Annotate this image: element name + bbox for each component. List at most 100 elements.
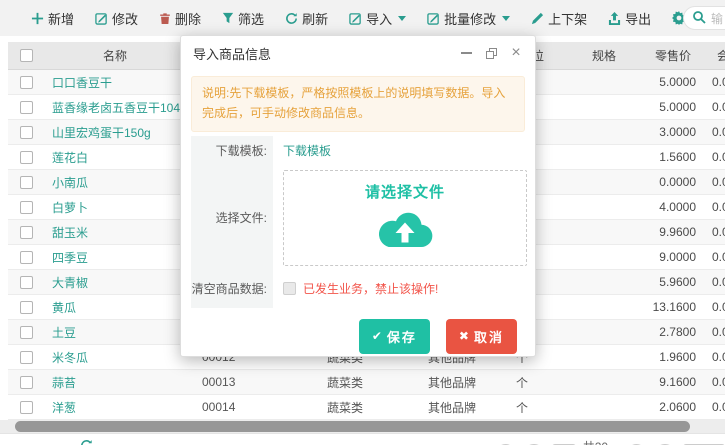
row-checkbox-cell[interactable] xyxy=(8,176,44,189)
product-price-cell: 2.7800 xyxy=(646,325,700,339)
toolbar-button-filter[interactable]: 筛选 xyxy=(222,9,264,28)
checkbox[interactable] xyxy=(20,101,33,114)
checkbox[interactable] xyxy=(20,226,33,239)
clear-data-label: 清空商品数据: xyxy=(191,270,273,308)
product-unit-cell: 个 xyxy=(502,374,562,391)
row-checkbox-cell[interactable] xyxy=(8,351,44,364)
product-name-link[interactable]: 大青椒 xyxy=(52,276,88,290)
toolbar-button-import[interactable]: 导入 xyxy=(349,9,406,28)
checkbox[interactable] xyxy=(20,126,33,139)
toolbar-button-label: 修改 xyxy=(112,9,138,28)
product-name-link[interactable]: 蓝香缘老卤五香豆干104 xyxy=(52,101,180,115)
toolbar-button-delete[interactable]: 删除 xyxy=(159,9,201,28)
product-price-cell: 9.9600 xyxy=(646,225,700,239)
search-placeholder: 输 xyxy=(711,10,723,27)
product-name-link[interactable]: 山里宏鸡蛋干150g xyxy=(52,126,151,140)
checkbox[interactable] xyxy=(20,376,33,389)
close-icon[interactable]: × xyxy=(509,46,523,60)
product-cat-cell: 蔬菜类 xyxy=(312,374,418,391)
product-name-cell: 大青椒 xyxy=(44,274,186,291)
checkbox[interactable] xyxy=(20,151,33,164)
row-checkbox-cell[interactable] xyxy=(8,251,44,264)
checkbox[interactable] xyxy=(20,326,33,339)
row-checkbox-cell[interactable] xyxy=(8,276,44,289)
toolbar-button-add[interactable]: 新增 xyxy=(31,9,74,28)
product-name-cell: 土豆 xyxy=(44,324,186,341)
toolbar-button-modify[interactable]: 修改 xyxy=(95,9,138,28)
modal-footer: ✔ 保存 ✖ 取消 xyxy=(181,308,535,354)
product-name-link[interactable]: 甜玉米 xyxy=(52,226,88,240)
row-checkbox-cell[interactable] xyxy=(8,76,44,89)
row-checkbox-cell[interactable] xyxy=(8,226,44,239)
checkbox[interactable] xyxy=(20,176,33,189)
select-file-label: 选择文件: xyxy=(191,166,273,270)
product-name-cell: 小南瓜 xyxy=(44,174,186,191)
maximize-icon[interactable] xyxy=(484,46,498,60)
product-name-link[interactable]: 莲花白 xyxy=(52,151,88,165)
clear-data-checkbox[interactable] xyxy=(283,282,296,295)
row-checkbox-cell[interactable] xyxy=(8,126,44,139)
checkbox[interactable] xyxy=(20,276,33,289)
download-template-link[interactable]: 下载模板 xyxy=(283,142,331,159)
checkbox[interactable] xyxy=(20,401,33,414)
cancel-button[interactable]: ✖ 取消 xyxy=(446,319,517,354)
product-name-link[interactable]: 四季豆 xyxy=(52,251,88,265)
row-checkbox-cell[interactable] xyxy=(8,401,44,414)
product-price-cell: 3.0000 xyxy=(646,125,700,139)
pagination-controls: « ‹ 1 共20页 › » 20 xyxy=(495,438,725,445)
horizontal-scrollbar[interactable] xyxy=(0,420,725,433)
checkbox[interactable] xyxy=(20,49,33,62)
product-name-link[interactable]: 白萝卜 xyxy=(52,201,88,215)
checkbox[interactable] xyxy=(20,251,33,264)
scrollbar-thumb[interactable] xyxy=(15,421,690,432)
minimize-icon[interactable] xyxy=(459,46,473,60)
checkbox[interactable] xyxy=(20,351,33,364)
product-name-cell: 山里宏鸡蛋干150g xyxy=(44,124,186,141)
row-checkbox-cell[interactable] xyxy=(8,201,44,214)
save-button[interactable]: ✔ 保存 xyxy=(359,319,430,354)
row-checkbox-cell[interactable] xyxy=(8,326,44,339)
product-name-link[interactable]: 蒜苔 xyxy=(52,376,76,390)
cloud-upload-icon xyxy=(284,207,526,249)
clear-data-warning: 已发生业务，禁止该操作! xyxy=(303,280,438,297)
product-code-cell: 00014 xyxy=(186,400,312,414)
pencil-icon xyxy=(531,12,544,25)
table-row[interactable]: 蒜苔00013蔬菜类其他品牌个9.16000.0000 xyxy=(8,370,725,395)
product-name-cell: 蒜苔 xyxy=(44,374,186,391)
row-checkbox-cell[interactable] xyxy=(8,151,44,164)
product-name-link[interactable]: 米冬瓜 xyxy=(52,351,88,365)
toolbar-button-label: 导入 xyxy=(366,9,392,28)
row-checkbox-cell[interactable] xyxy=(8,101,44,114)
search-box[interactable]: 输 xyxy=(683,6,725,30)
product-name-link[interactable]: 土豆 xyxy=(52,326,76,340)
checkbox[interactable] xyxy=(20,76,33,89)
product-name-cell: 莲花白 xyxy=(44,149,186,166)
toolbar-button-batch-modify[interactable]: 批量修改 xyxy=(427,9,510,28)
product-price-cell: 5.9600 xyxy=(646,275,700,289)
pagination-refresh-icon[interactable] xyxy=(80,439,93,445)
checkbox[interactable] xyxy=(20,201,33,214)
product-member-cell: 0.0000 xyxy=(700,300,725,314)
table-row[interactable]: 洋葱00014蔬菜类其他品牌个2.06000.0000 xyxy=(8,395,725,420)
toolbar-button-on-off-shelf[interactable]: 上下架 xyxy=(531,9,587,28)
trash-icon xyxy=(159,12,171,25)
column-header: 会员价 xyxy=(700,47,725,64)
product-price-cell: 1.5600 xyxy=(646,150,700,164)
row-checkbox-cell[interactable] xyxy=(8,376,44,389)
product-name-link[interactable]: 洋葱 xyxy=(52,401,76,415)
toolbar-button-export[interactable]: 导出 xyxy=(608,9,651,28)
product-member-cell: 0.0000 xyxy=(700,400,725,414)
row-checkbox-cell[interactable] xyxy=(8,301,44,314)
checkbox[interactable] xyxy=(20,301,33,314)
toolbar-button-refresh[interactable]: 刷新 xyxy=(285,9,328,28)
toolbar-button-label: 新增 xyxy=(48,9,74,28)
product-member-cell: 0.0000 xyxy=(700,150,725,164)
file-dropzone[interactable]: 请选择文件 xyxy=(283,170,527,266)
product-name-link[interactable]: 口口香豆干 xyxy=(52,76,112,90)
product-name-link[interactable]: 小南瓜 xyxy=(52,176,88,190)
product-name-link[interactable]: 黄瓜 xyxy=(52,301,76,315)
pagination-bar: « ‹ 1 共20页 › » 20 xyxy=(0,433,725,445)
product-code-cell: 00013 xyxy=(186,375,312,389)
select-all-checkbox[interactable] xyxy=(8,49,44,62)
product-name-cell: 洋葱 xyxy=(44,399,186,416)
